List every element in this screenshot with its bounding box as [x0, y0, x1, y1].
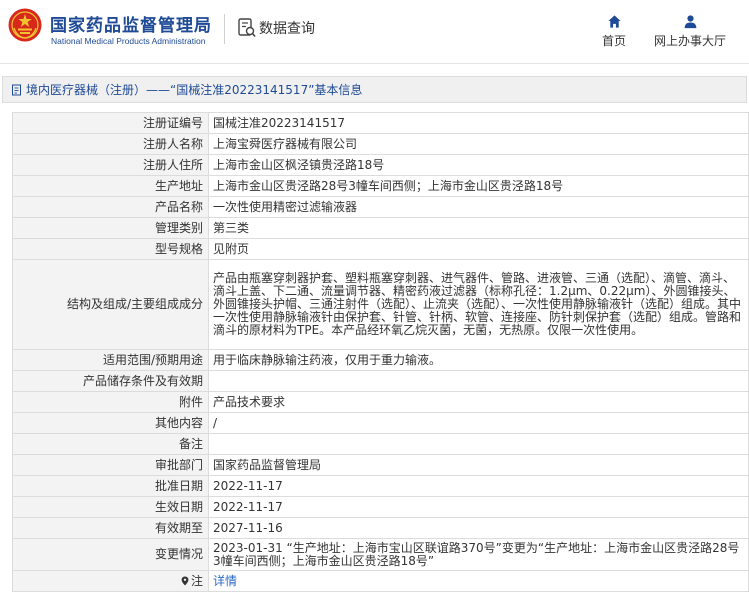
table-row: 注册证编号 国械注准20223141517: [12, 112, 749, 134]
row-label: 其他内容: [12, 412, 209, 434]
row-label: 适用范围/预期用途: [12, 349, 209, 371]
row-value: 2023-01-31 “生产地址：上海市宝山区联谊路370号”变更为“生产地址：…: [208, 538, 749, 571]
table-row: 产品储存条件及有效期: [12, 370, 749, 392]
row-label: 注册证编号: [12, 112, 209, 134]
nmpa-emblem-icon[interactable]: [8, 8, 42, 42]
table-row: 审批部门 国家药品监督管理局: [12, 454, 749, 476]
row-value: 上海市金山区贵泾路28号3幢车间西侧；上海市金山区贵泾路18号: [208, 175, 749, 197]
row-label: 产品名称: [12, 196, 209, 218]
table-row: 变更情况 2023-01-31 “生产地址：上海市宝山区联谊路370号”变更为“…: [12, 538, 749, 571]
document-icon: [12, 84, 21, 95]
table-row: 备注: [12, 433, 749, 455]
row-label: 生产地址: [12, 175, 209, 197]
row-label: 型号规格: [12, 238, 209, 260]
row-value: 2022-11-17: [208, 496, 749, 518]
row-label: 产品储存条件及有效期: [12, 370, 209, 392]
row-value: 2022-11-17: [208, 475, 749, 497]
table-row: 生产地址 上海市金山区贵泾路28号3幢车间西侧；上海市金山区贵泾路18号: [12, 175, 749, 197]
table-row: 有效期至 2027-11-16: [12, 517, 749, 539]
data-query-label: 数据查询: [259, 21, 315, 37]
row-value: 见附页: [208, 238, 749, 260]
table-row: 附件 产品技术要求: [12, 391, 749, 413]
document-search-icon: [238, 18, 256, 38]
row-value: 2027-11-16: [208, 517, 749, 539]
row-value: /: [208, 412, 749, 434]
row-value: 产品由瓶塞穿刺器护套、塑料瓶塞穿刺器、进气器件、管路、进液管、三通（选配）、滴管…: [208, 259, 749, 350]
table-row: 注 详情: [12, 570, 749, 592]
nav-service-label: 网上办事大厅: [653, 34, 726, 48]
row-value: 一次性使用精密过滤输液器: [208, 196, 749, 218]
row-label: 注册人名称: [12, 133, 209, 155]
row-value: 第三类: [208, 217, 749, 239]
nav-online-service-hall[interactable]: 网上办事大厅: [650, 14, 730, 49]
row-label: 附件: [12, 391, 209, 413]
header-divider: [224, 14, 225, 44]
nav-home-label: 首页: [601, 34, 626, 48]
table-row: 型号规格 见附页: [12, 238, 749, 260]
table-row: 管理类别 第三类: [12, 217, 749, 239]
table-row: 批准日期 2022-11-17: [12, 475, 749, 497]
row-label: 结构及组成/主要组成成分: [12, 259, 209, 350]
details-link[interactable]: 详情: [213, 574, 237, 588]
row-label: 批准日期: [12, 475, 209, 497]
org-name-cn: 国家药品监督管理局: [50, 16, 212, 36]
row-value: 上海市金山区枫泾镇贵泾路18号: [208, 154, 749, 176]
row-label: 生效日期: [12, 496, 209, 518]
row-label: 注: [190, 573, 203, 588]
table-row: 注册人名称 上海宝舜医疗器械有限公司: [12, 133, 749, 155]
user-icon: [684, 15, 696, 29]
row-value: [208, 370, 749, 392]
breadcrumb-text: 境内医疗器械（注册）——“国械注准20223141517”基本信息: [26, 83, 363, 97]
table-row: 注册人住所 上海市金山区枫泾镇贵泾路18号: [12, 154, 749, 176]
row-label: 注册人住所: [12, 154, 209, 176]
row-value: [208, 433, 749, 455]
registration-info-table: 注册证编号 国械注准20223141517 注册人名称 上海宝舜医疗器械有限公司…: [12, 112, 749, 592]
row-label: 审批部门: [12, 454, 209, 476]
nav-home[interactable]: 首页: [596, 14, 632, 49]
row-value: 上海宝舜医疗器械有限公司: [208, 133, 749, 155]
row-label: 管理类别: [12, 217, 209, 239]
row-value: 用于临床静脉输注药液，仅用于重力输液。: [208, 349, 749, 371]
breadcrumb: 境内医疗器械（注册）——“国械注准20223141517”基本信息: [2, 76, 747, 103]
org-name-en: National Medical Products Administration: [51, 36, 206, 46]
row-value: 国械注准20223141517: [208, 112, 749, 134]
table-row: 适用范围/预期用途 用于临床静脉输注药液，仅用于重力输液。: [12, 349, 749, 371]
row-label: 备注: [12, 433, 209, 455]
row-value: 国家药品监督管理局: [208, 454, 749, 476]
map-pin-icon: [181, 576, 189, 585]
row-label: 变更情况: [12, 538, 209, 571]
data-query-title: 数据查询: [238, 16, 315, 40]
home-icon: [607, 15, 621, 28]
table-row: 生效日期 2022-11-17: [12, 496, 749, 518]
row-value-cell: 详情: [208, 570, 749, 592]
table-row: 结构及组成/主要组成成分 产品由瓶塞穿刺器护套、塑料瓶塞穿刺器、进气器件、管路、…: [12, 259, 749, 350]
table-row: 产品名称 一次性使用精密过滤输液器: [12, 196, 749, 218]
row-label: 有效期至: [12, 517, 209, 539]
row-value: 产品技术要求: [208, 391, 749, 413]
site-header: 国家药品监督管理局 National Medical Products Admi…: [0, 0, 749, 64]
table-row: 其他内容 /: [12, 412, 749, 434]
note-label-cell: 注: [12, 570, 209, 592]
